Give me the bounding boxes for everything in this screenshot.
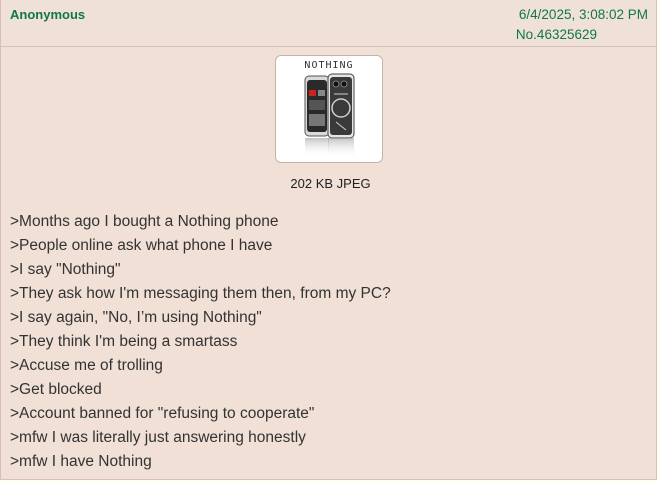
message-line: >I say again, "No, I’m using Nothing" [10, 309, 262, 326]
post-number-link[interactable]: No.46325629 [516, 27, 597, 42]
post-image-thumbnail[interactable]: NOTHING [275, 55, 383, 163]
message-line: >Accuse me of trolling [10, 357, 163, 374]
message-line: >mfw I have Nothing [10, 453, 152, 470]
poster-name: Anonymous [10, 7, 86, 22]
post-container: Anonymous 6/4/2025, 3:08:02 PM No.463256… [0, 0, 657, 480]
message-line: >They think I'm being a smartass [10, 333, 238, 350]
post-message: >Months ago I bought a Nothing phone >Pe… [10, 210, 391, 474]
phone-image [304, 73, 355, 158]
post-datetime: 6/4/2025, 3:08:02 PM [518, 7, 648, 22]
message-line: >People online ask what phone I have [10, 237, 273, 254]
message-line: >Get blocked [10, 381, 102, 398]
file-info: 202 KB JPEG [290, 176, 371, 191]
message-line: >mfw I was literally just answering hone… [10, 429, 306, 446]
post-header: Anonymous 6/4/2025, 3:08:02 PM No.463256… [1, 0, 656, 47]
message-line: >Account banned for "refusing to coopera… [10, 405, 315, 422]
message-line: >Months ago I bought a Nothing phone [10, 213, 279, 230]
message-line: >I say "Nothing" [10, 261, 121, 278]
message-line: >They ask how I'm messaging them then, f… [10, 285, 391, 302]
